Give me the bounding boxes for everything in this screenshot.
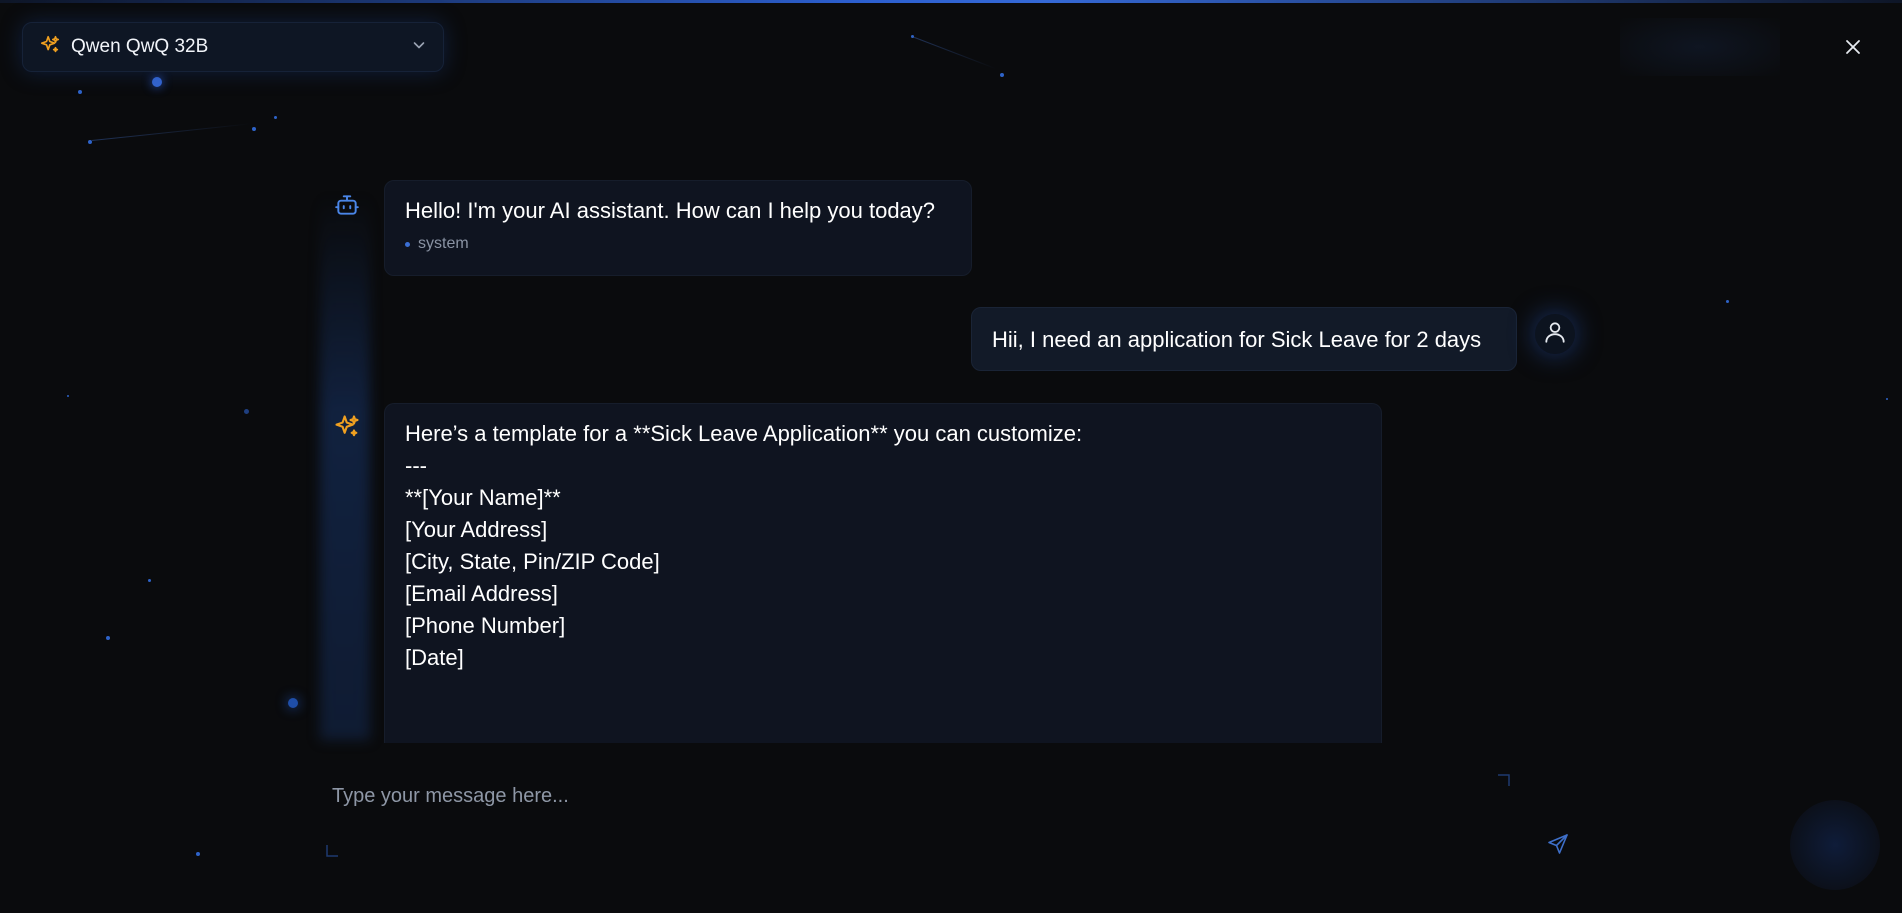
response-line: [Phone Number] [405, 613, 566, 638]
message-text: Hii, I need an application for Sick Leav… [992, 327, 1482, 352]
close-button[interactable] [1842, 36, 1864, 58]
response-line: [City, State, Pin/ZIP Code] [405, 549, 660, 574]
message-role: system [405, 235, 951, 253]
message-input[interactable] [330, 775, 1484, 817]
response-line: [Your Address] [405, 517, 548, 542]
sparkles-icon [333, 413, 361, 446]
sparkles-icon [39, 34, 71, 61]
send-button[interactable] [1546, 832, 1570, 856]
decorative-glow [1790, 800, 1880, 890]
model-name: Qwen QwQ 32B [71, 36, 209, 57]
role-dot [405, 241, 410, 247]
top-accent-line [0, 0, 1902, 3]
assistant-avatar [327, 409, 367, 449]
assistant-avatar [327, 187, 367, 227]
bot-icon [334, 192, 360, 223]
model-selector[interactable]: Qwen QwQ 32B [22, 22, 444, 72]
user-avatar [1535, 314, 1575, 354]
response-line: --- [405, 453, 427, 478]
message-text: Hello! I'm your AI assistant. How can I … [405, 198, 936, 223]
close-icon [1842, 40, 1864, 62]
send-icon [1546, 834, 1570, 860]
user-icon [1542, 319, 1568, 350]
assistant-track-glow [320, 195, 370, 740]
message-bubble-user: Hii, I need an application for Sick Leav… [971, 307, 1517, 371]
corner-accent [1498, 774, 1510, 786]
response-line: [Date] [405, 645, 464, 670]
role-label: system [418, 235, 469, 252]
message-bubble-system: Hello! I'm your AI assistant. How can I … [384, 180, 972, 276]
message-composer [296, 755, 1586, 865]
response-line: [Email Address] [405, 581, 558, 606]
decorative-glow [1620, 18, 1780, 76]
message-bubble-assistant: Here’s a template for a **Sick Leave App… [384, 403, 1382, 743]
corner-accent [326, 845, 338, 857]
response-line: **[Your Name]** [405, 485, 561, 510]
response-line: Here’s a template for a **Sick Leave App… [405, 421, 1083, 446]
chevron-down-icon[interactable] [411, 37, 427, 58]
